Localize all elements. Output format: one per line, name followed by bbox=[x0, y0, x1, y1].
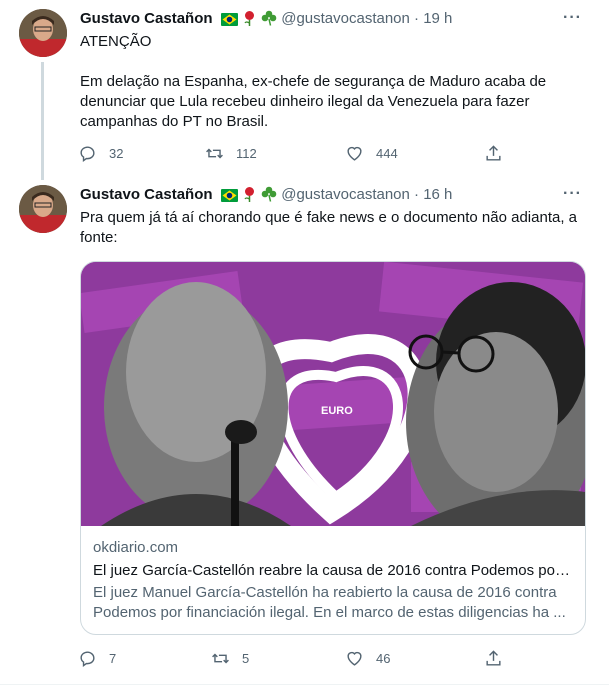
tweet[interactable]: Gustavo Castañon @gustavocastanon · 19 h… bbox=[0, 0, 609, 180]
brazil-flag-icon bbox=[220, 189, 238, 202]
like-button[interactable]: 444 bbox=[345, 144, 398, 163]
heart-icon bbox=[347, 651, 362, 666]
tweet-text-line: Em delação na Espanha, ex-chefe de segur… bbox=[80, 73, 547, 130]
tweet[interactable]: Gustavo Castañon @gustavocastanon · 16 h… bbox=[0, 176, 609, 685]
reply-count: 7 bbox=[109, 651, 117, 666]
like-count: 444 bbox=[376, 146, 398, 161]
reply-count: 32 bbox=[109, 146, 124, 161]
card-title[interactable]: El juez García-Castellón reabre la causa… bbox=[93, 561, 573, 581]
rose-icon bbox=[244, 187, 254, 202]
card-body: okdiario.com El juez García-Castellón re… bbox=[93, 538, 573, 623]
retweet-button[interactable]: 112 bbox=[205, 144, 257, 163]
share-icon bbox=[486, 145, 501, 161]
author-handle[interactable]: @gustavocastanon bbox=[281, 10, 410, 27]
reply-button[interactable]: 32 bbox=[78, 144, 123, 163]
name-emojis bbox=[220, 186, 277, 208]
share-button[interactable] bbox=[484, 144, 503, 163]
tweet-actions: 32 112 444 bbox=[78, 144, 508, 164]
retweet-button[interactable]: 5 bbox=[211, 649, 249, 668]
name-emojis bbox=[220, 10, 277, 32]
avatar[interactable] bbox=[19, 185, 67, 233]
reply-icon bbox=[80, 651, 95, 668]
tweet-text: Pra quem já tá aí chorando que é fake ne… bbox=[80, 209, 578, 246]
author-handle[interactable]: @gustavocastanon bbox=[281, 186, 410, 203]
shamrock-icon bbox=[261, 186, 277, 202]
link-card[interactable]: EURO okdiario.com El juez García-Castell… bbox=[80, 261, 586, 635]
like-count: 46 bbox=[376, 651, 391, 666]
share-icon bbox=[486, 650, 501, 666]
tweet-time[interactable]: · 16 h bbox=[414, 186, 452, 203]
card-image: EURO bbox=[81, 262, 585, 526]
card-description: El juez Manuel García-Castellón ha reabi… bbox=[93, 584, 566, 621]
card-image-text: EURO bbox=[321, 405, 353, 417]
author-name[interactable]: Gustavo Castañon bbox=[80, 10, 213, 27]
thread-line bbox=[41, 62, 44, 180]
shamrock-icon bbox=[261, 10, 277, 26]
tweet-header: Gustavo Castañon @gustavocastanon · 16 h bbox=[80, 185, 452, 205]
tweet-text-line: ATENÇÃO bbox=[80, 33, 152, 50]
reply-button[interactable]: 7 bbox=[78, 649, 116, 668]
card-domain[interactable]: okdiario.com bbox=[93, 538, 573, 558]
brazil-flag-icon bbox=[220, 13, 238, 26]
tweet-actions: 7 5 46 bbox=[78, 649, 508, 669]
retweet-count: 5 bbox=[242, 651, 250, 666]
heart-icon bbox=[347, 146, 362, 161]
retweet-icon bbox=[206, 148, 223, 159]
retweet-count: 112 bbox=[236, 146, 257, 161]
retweet-icon bbox=[212, 653, 229, 664]
more-icon[interactable]: ··· bbox=[563, 185, 582, 203]
rose-icon bbox=[244, 11, 254, 26]
like-button[interactable]: 46 bbox=[345, 649, 390, 668]
tweet-time[interactable]: · 19 h bbox=[414, 10, 452, 27]
tweet-text-line bbox=[80, 52, 585, 72]
reply-icon bbox=[80, 146, 95, 163]
tweet-text: ATENÇÃO Em delação na Espanha, ex-chefe … bbox=[80, 32, 585, 132]
tweet-header: Gustavo Castañon @gustavocastanon · 19 h bbox=[80, 9, 452, 29]
more-icon[interactable]: ··· bbox=[563, 9, 582, 27]
author-name[interactable]: Gustavo Castañon bbox=[80, 186, 213, 203]
avatar[interactable] bbox=[19, 9, 67, 57]
share-button[interactable] bbox=[484, 649, 503, 668]
